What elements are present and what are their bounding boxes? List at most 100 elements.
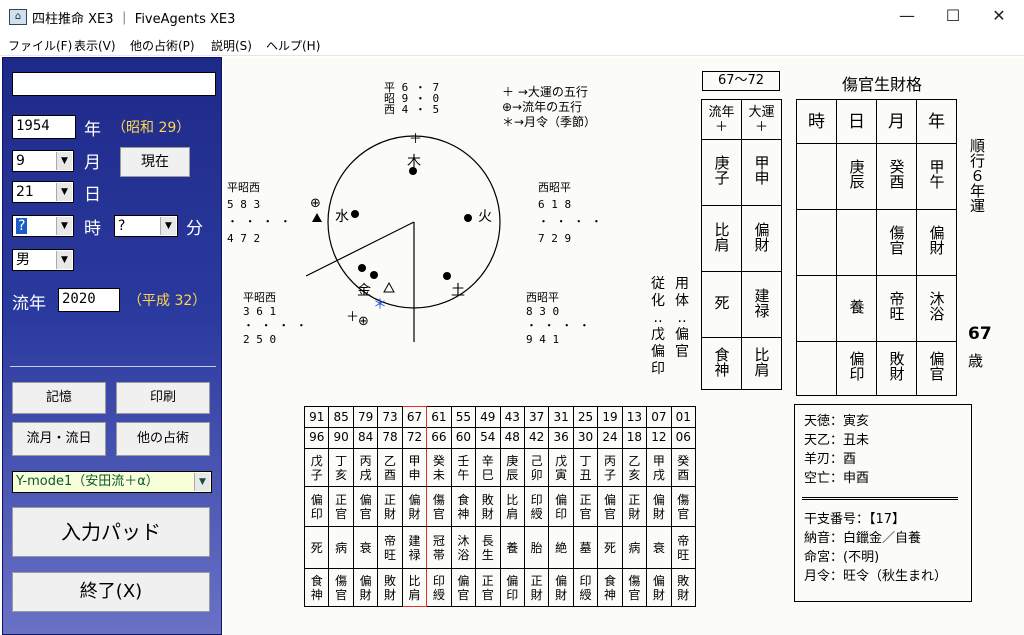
- flow-year-input[interactable]: 2020: [58, 288, 120, 312]
- flow-cell: 死: [701, 271, 742, 338]
- numbers-row: 9 4 1: [526, 333, 560, 346]
- luck-fortune-cell: 帝旺: [670, 526, 697, 569]
- luck-cell-text: 養: [506, 540, 519, 555]
- element-wood: 木: [407, 154, 421, 170]
- numbers-row: ・ ・ ・ ・: [538, 215, 602, 228]
- pillar-cell: 傷官: [876, 209, 917, 276]
- minute-select[interactable]: ? ▼: [114, 215, 178, 237]
- luck-cell-text: 甲戌: [652, 453, 665, 482]
- side-char: 戊: [651, 327, 665, 343]
- day-label: 日: [84, 185, 101, 205]
- other-divination-button[interactable]: 他の占術: [116, 422, 210, 456]
- luck-cell-text: 乙亥: [628, 453, 641, 482]
- menu-help[interactable]: ヘルプ(H): [266, 37, 320, 54]
- luck-cell-text: 偏財: [408, 492, 421, 521]
- plus-marker: ＋: [409, 132, 423, 147]
- flow-month-day-button[interactable]: 流月・流日: [12, 422, 106, 456]
- exit-button[interactable]: 終了(X): [12, 572, 210, 612]
- input-pad-button[interactable]: 入力パッド: [12, 507, 210, 557]
- fire-dot: [464, 214, 472, 222]
- mode-select[interactable]: Y-mode1（安田流＋α） ▼: [12, 471, 212, 493]
- gender-value: 男: [16, 252, 30, 268]
- luck-cell-text: 乙酉: [384, 453, 397, 482]
- header-text: 大運: [748, 104, 775, 120]
- luck-fortune-cell: 死: [597, 526, 623, 569]
- print-button[interactable]: 印刷: [116, 382, 210, 414]
- flow-cell: 庚子: [701, 139, 742, 206]
- luck-cell-text: 偏官: [457, 573, 470, 602]
- menu-file[interactable]: ファイル(F): [8, 37, 72, 54]
- flow-cell: 食神: [701, 337, 742, 390]
- numbers-head: 西昭平: [538, 181, 571, 194]
- close-button[interactable]: ✕: [976, 0, 1022, 32]
- age-value: 67: [968, 324, 992, 344]
- age-end: 06: [671, 427, 695, 447]
- menu-other-divination[interactable]: 他の占術(P): [130, 37, 195, 54]
- flow-year-header: 流年＋: [701, 99, 742, 140]
- luck-cell-text: 偏財: [652, 573, 665, 602]
- memory-button[interactable]: 記憶: [12, 382, 106, 414]
- luck-cell-text: 壬午: [457, 453, 470, 482]
- pillar-cell: 敗財: [876, 341, 917, 396]
- chevron-down-icon: ▼: [194, 473, 210, 491]
- luck-ganzhi-row: 戊子 丁亥 丙戌 乙酉 甲申 癸未 壬午 辛巳 庚辰 己卯 戊寅 丁丑 丙子 乙亥 甲戌 癸酉: [303, 448, 697, 487]
- hour-select[interactable]: ? ▼: [12, 215, 74, 237]
- luck-ganzhi-cell: 癸酉: [670, 448, 697, 487]
- gender-select[interactable]: 男 ▼: [12, 249, 74, 271]
- luck-cell-text: 衰: [359, 540, 372, 555]
- period-box: 67〜72: [702, 71, 780, 91]
- age-end: 30: [573, 427, 598, 447]
- menu-view[interactable]: 表示(V): [74, 37, 116, 54]
- cell-text: 甲申: [752, 154, 771, 185]
- maximize-button[interactable]: ☐: [930, 0, 976, 32]
- luck-fortune-row: 死病衰帝旺 建禄 冠帯 沐浴 長生養胎絶墓死病衰帝旺: [303, 526, 697, 569]
- luck-cell-text: 甲申: [408, 453, 421, 482]
- flow-era-label: （平成 32）: [128, 293, 207, 309]
- top-numbers-row-3: 西 4 ・ 5: [384, 103, 440, 116]
- now-button[interactable]: 現在: [120, 147, 190, 177]
- year-input[interactable]: 1954: [12, 115, 76, 139]
- header-sign: ＋: [714, 119, 728, 135]
- name-input[interactable]: [12, 72, 216, 96]
- luck-cell-text: 食神: [310, 573, 323, 602]
- numbers-head: 西昭平: [526, 291, 559, 304]
- luck-ganzhi-cell: 乙酉: [377, 448, 403, 487]
- age-unit: 歳: [968, 352, 984, 370]
- mode-value: Y-mode1（安田流＋α）: [16, 474, 159, 489]
- age-start: 55: [455, 410, 471, 424]
- pillar-cell: [796, 143, 837, 210]
- luck-age-cell: 01 06: [670, 406, 697, 449]
- numbers-row: 8 3 0: [526, 305, 560, 318]
- month-select[interactable]: 9 ▼: [12, 150, 74, 172]
- luck-fortune-cell: 養: [499, 526, 525, 569]
- pillar-header-year: 年: [916, 99, 957, 144]
- luck-age-cell: 07 12: [646, 406, 672, 449]
- flow-cell: 建禄: [741, 271, 782, 338]
- menu-explain[interactable]: 説明(S): [211, 37, 252, 54]
- luck-ganzhi-cell: 丁丑: [572, 448, 599, 487]
- luck-ganzhi-cell: 戊子: [303, 448, 330, 487]
- age-start: 67: [406, 410, 423, 424]
- pillar-header-hour: 時: [796, 99, 837, 144]
- luck-table: 91 96 85 90 79 84 73 78 67 72 61 66 55 60 49 54 43 48 37 42…: [303, 406, 697, 607]
- luck-branch-cell: 偏財: [646, 568, 672, 607]
- luck-star-cell: 傷官: [670, 486, 697, 527]
- luck-fortune-cell: 建禄: [401, 526, 428, 569]
- luck-age-cell: 13 18: [621, 406, 648, 449]
- luck-cell-text: 墓: [579, 540, 592, 555]
- day-select[interactable]: 21 ▼: [12, 181, 74, 203]
- luck-fortune-cell: 帝旺: [377, 526, 403, 569]
- age-start: 85: [333, 410, 349, 424]
- age-end: 84: [353, 427, 378, 447]
- side-char: 従: [651, 276, 665, 292]
- asterisk-icon: ＊: [373, 297, 387, 313]
- pillar-cell: [796, 275, 837, 342]
- flow-cell: 比肩: [701, 205, 742, 272]
- luck-star-cell: 偏印: [303, 486, 330, 527]
- side-char: 偏: [675, 327, 689, 343]
- cell-text: 死: [712, 295, 731, 310]
- cell-text: 偏印: [847, 350, 866, 381]
- circle-plus-icon: ⊕: [310, 196, 321, 211]
- minimize-button[interactable]: —: [884, 0, 930, 32]
- luck-star-cell: 偏官: [597, 486, 623, 527]
